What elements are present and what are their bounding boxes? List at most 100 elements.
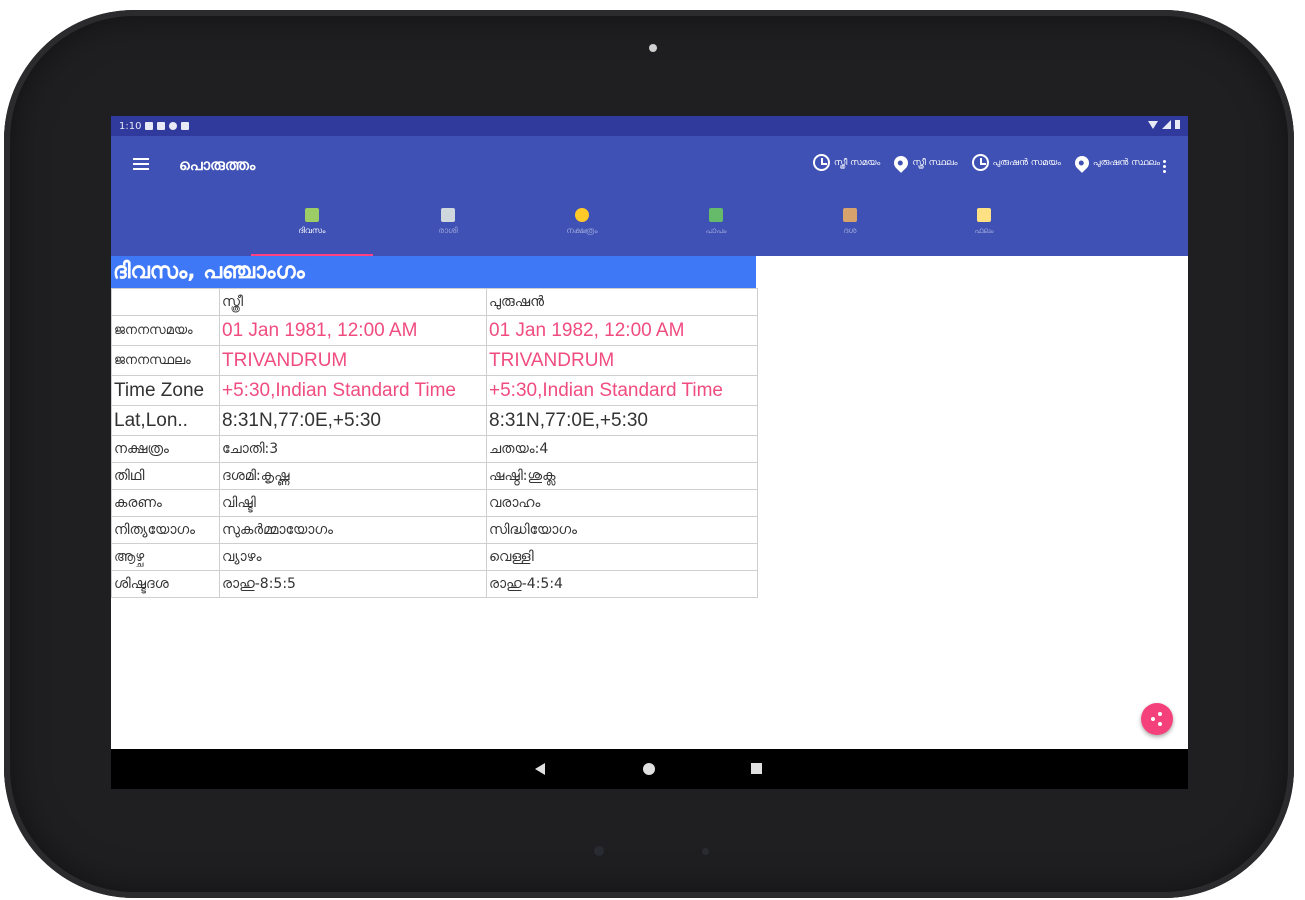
tab-dasa[interactable]: ദശ [785,196,915,256]
status-time: 1:10 [119,120,142,132]
app-bar: പൊരുത്തം സ്ത്രീ സമയം സ്ത്രീ സ്ഥലം പുരുഷൻ… [111,136,1188,196]
header-cell-female: സ്ത്രീ [219,288,487,316]
table-row: തിഥി ദശമി:കൃഷ്ണ ഷഷ്ഠി:ശുക്ല [111,462,758,490]
row-label: Time Zone [111,375,220,406]
table-row: ജനനസ്ഥലം TRIVANDRUM TRIVANDRUM [111,345,758,376]
male-value: +5:30,Indian Standard Time [486,375,758,406]
row-label: തിഥി [111,462,220,490]
grid-icon [709,208,723,222]
tab-papam[interactable]: പാപം [651,196,781,256]
header-cell [111,288,220,316]
table-row: ആഴ്ച വ്യാഴം വെള്ളി [111,543,758,571]
notes-icon [977,208,991,222]
female-value: വ്യാഴം [219,543,487,571]
female-value: ദശമി:കൃഷ്ണ [219,462,487,490]
table-row: ജനനസമയം 01 Jan 1981, 12:00 AM 01 Jan 198… [111,315,758,346]
female-value: സുകർമ്മായോഗം [219,516,487,544]
overflow-menu-icon[interactable] [1163,160,1166,175]
device-screen: 1:10 പൊരുത്തം സ്ത്രീ സമയം സ്ത്രീ സ്ഥലം പ… [111,116,1188,789]
stars-icon [575,208,589,222]
tab-label: രാശി [438,226,458,235]
tab-label: ഫലം [974,226,994,235]
row-label: ജനനസ്ഥലം [111,345,220,376]
male-value: ചതയം:4 [486,435,758,463]
male-value: വരാഹം [486,489,758,517]
action-label: സ്ത്രീ സമയം [833,157,881,168]
male-place-button[interactable]: പുരുഷൻ സ്ഥലം [1072,152,1160,173]
chart-icon [441,208,455,222]
action-label: സ്ത്രീ സ്ഥലം [912,157,958,168]
book-icon [843,208,857,222]
main-content: ദിവസം, പഞ്ചാംഗം സ്ത്രീ പുരുഷൻ ജനനസമയം 01… [111,256,1188,749]
share-button[interactable] [1141,703,1173,735]
action-label: പുരുഷൻ സമയം [992,157,1061,168]
action-label: പുരുഷൻ സ്ഥലം [1092,157,1160,168]
table-header-row: സ്ത്രീ പുരുഷൻ [111,288,758,316]
row-label: Lat,Lon.. [111,405,220,436]
clock-icon [812,154,830,171]
back-icon[interactable] [535,763,545,775]
share-icon [1151,712,1163,726]
row-label: ശിഷ്ടദശ [111,570,220,598]
tab-bar: ദിവസം രാശി നക്ഷത്രം പാപം ദശ ഫലം [111,196,1188,256]
signal-icon [1162,120,1171,129]
male-value: TRIVANDRUM [486,345,758,376]
row-label: നിത്യയോഗം [111,516,220,544]
header-cell-male: പുരുഷൻ [486,288,758,316]
location-pin-icon [1072,152,1092,173]
female-value: 8:31N,77:0E,+5:30 [219,405,487,436]
hamburger-menu-icon[interactable] [133,158,149,172]
front-camera [649,44,657,52]
female-value: വിഷ്ടി [219,489,487,517]
calendar-icon [305,208,319,222]
panchang-table: സ്ത്രീ പുരുഷൻ ജനനസമയം 01 Jan 1981, 12:00… [111,288,758,598]
table-row: കരണം വിഷ്ടി വരാഹം [111,489,758,517]
table-row: നക്ഷത്രം ചോതി:3 ചതയം:4 [111,435,758,463]
tab-day[interactable]: ദിവസം [247,196,377,256]
male-value: വെള്ളി [486,543,758,571]
male-value: സിദ്ധിയോഗം [486,516,758,544]
sensor-dot [594,846,604,856]
table-row: Lat,Lon.. 8:31N,77:0E,+5:30 8:31N,77:0E,… [111,405,758,436]
notification-icon [169,122,178,130]
toolbar-actions: സ്ത്രീ സമയം സ്ത്രീ സ്ഥലം പുരുഷൻ സമയം പുര… [812,152,1160,173]
female-value: TRIVANDRUM [219,345,487,376]
location-pin-icon [891,152,912,173]
female-place-button[interactable]: സ്ത്രീ സ്ഥലം [891,152,958,173]
row-label: കരണം [111,489,220,517]
battery-icon [1175,120,1180,129]
sensor-dot [702,848,709,855]
notification-icon [145,122,154,130]
row-label: ആഴ്ച [111,543,220,571]
system-nav-bar [111,749,1188,789]
notification-icon [181,122,190,130]
table-row: ശിഷ്ടദശ രാഹു-8:5:5 രാഹു-4:5:4 [111,570,758,598]
female-value: രാഹു-8:5:5 [219,570,487,598]
tab-label: നക്ഷത്രം [566,226,598,235]
section-title: ദിവസം, പഞ്ചാംഗം [111,256,756,288]
tab-nakshatra[interactable]: നക്ഷത്രം [517,196,647,256]
notification-icon [157,122,166,130]
tab-label: ദിവസം [298,226,326,235]
table-row: Time Zone +5:30,Indian Standard Time +5:… [111,375,758,406]
male-value: 01 Jan 1982, 12:00 AM [486,315,758,346]
wifi-icon [1148,120,1158,129]
row-label: നക്ഷത്രം [111,435,220,463]
male-value: ഷഷ്ഠി:ശുക്ല [486,462,758,490]
female-value: 01 Jan 1981, 12:00 AM [219,315,487,346]
female-time-button[interactable]: സ്ത്രീ സമയം [812,154,881,171]
row-label: ജനനസമയം [111,315,220,346]
recent-apps-icon[interactable] [751,763,762,774]
home-icon[interactable] [643,763,655,775]
male-value: 8:31N,77:0E,+5:30 [486,405,758,436]
clock-icon [971,154,989,171]
status-bar: 1:10 [111,116,1188,136]
tab-label: ദശ [843,226,857,235]
tab-label: പാപം [705,226,727,235]
female-value: +5:30,Indian Standard Time [219,375,487,406]
tab-rasi[interactable]: രാശി [383,196,513,256]
app-title: പൊരുത്തം [179,156,256,174]
male-time-button[interactable]: പുരുഷൻ സമയം [971,154,1061,171]
female-value: ചോതി:3 [219,435,487,463]
tab-result[interactable]: ഫലം [919,196,1049,256]
